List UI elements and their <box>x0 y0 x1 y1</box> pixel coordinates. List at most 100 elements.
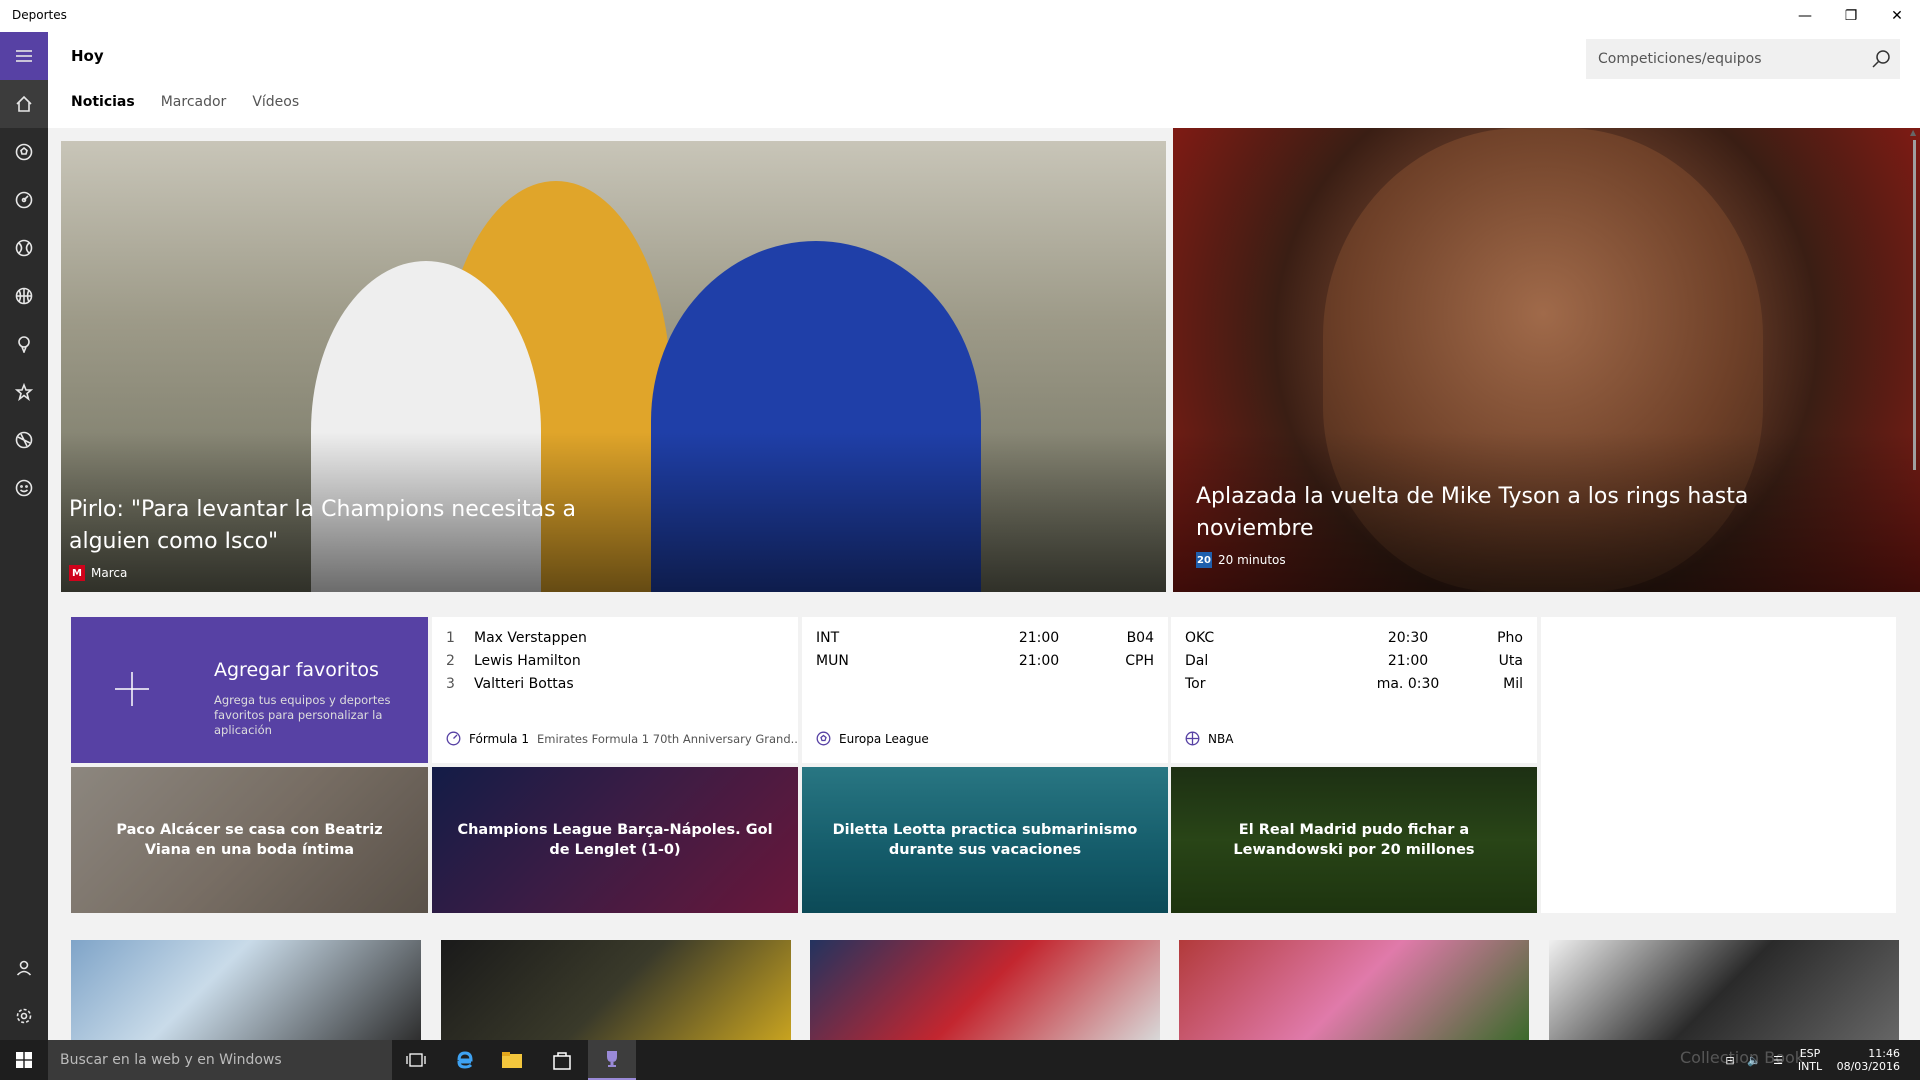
search-input[interactable] <box>1586 39 1856 79</box>
file-explorer-button[interactable] <box>488 1040 536 1080</box>
driver-name: Valtteri Bottas <box>474 676 574 692</box>
nav-favorites[interactable] <box>0 368 48 416</box>
add-favorites-subtitle: Agrega tus equipos y deportes favoritos … <box>214 693 391 737</box>
basketball-icon <box>1185 731 1200 746</box>
away-team: Uta <box>1498 653 1523 669</box>
marca-logo-icon: M <box>69 565 85 581</box>
maximize-button[interactable]: ❐ <box>1828 0 1874 32</box>
nba-tile[interactable]: OKC 20:30 Pho Dal 21:00 Uta Tor ma. 0:30… <box>1171 617 1537 763</box>
match-row: MUN 21:00 CPH <box>816 653 1154 676</box>
match-time: 21:00 <box>1018 630 1060 646</box>
position: 3 <box>446 676 455 692</box>
nav-f1[interactable] <box>0 176 48 224</box>
tab-noticias[interactable]: Noticias <box>71 94 135 110</box>
nav-soccer[interactable] <box>0 128 48 176</box>
language-code: ESP <box>1799 1047 1821 1060</box>
event-name: Emirates Formula 1 70th Anniversary Gran… <box>536 731 798 746</box>
notifications-icon[interactable]: ☰ <box>1766 1040 1790 1080</box>
news-tile-lewandowski[interactable]: El Real Madrid pudo fichar a Lewandowski… <box>1171 767 1537 913</box>
restore-icon: ❐ <box>1844 8 1858 24</box>
hero-source-name: Marca <box>91 566 128 580</box>
home-icon <box>16 95 32 112</box>
more-icon <box>15 479 33 497</box>
menu-icon <box>16 50 32 62</box>
article-thumbnail[interactable] <box>1179 940 1529 1040</box>
article-thumbnail[interactable] <box>71 940 421 1040</box>
folder-icon <box>502 1052 522 1068</box>
hero-source-name: 20 minutos <box>1218 553 1286 567</box>
europa-league-tile[interactable]: INT 21:00 B04 MUN 21:00 CPH Europa Leagu… <box>802 617 1168 763</box>
news-tile-barca[interactable]: Champions League Barça-Nápoles. Gol de L… <box>432 767 798 913</box>
match-time: 21:00 <box>1018 653 1060 669</box>
hero-title: Aplazada la vuelta de Mike Tyson a los r… <box>1196 484 1749 541</box>
trophy-icon <box>607 1051 617 1067</box>
settings-icon <box>16 1008 32 1024</box>
position: 2 <box>446 653 455 669</box>
scrollbar-thumb[interactable] <box>1913 140 1916 470</box>
title-bar: Deportes — ❐ ✕ <box>0 0 1920 32</box>
tab-videos[interactable]: Vídeos <box>252 94 299 110</box>
scroll-up-icon[interactable]: ▲ <box>1910 128 1916 137</box>
away-team: CPH <box>1125 653 1154 669</box>
nav-basketball[interactable] <box>0 272 48 320</box>
scrollbar[interactable]: ▲ <box>1908 128 1920 1040</box>
news-tile-alcacer[interactable]: Paco Alcácer se casa con Beatriz Viana e… <box>71 767 428 913</box>
result-row: 1 Max Verstappen <box>446 630 784 653</box>
language-indicator[interactable]: ESP INTL <box>1790 1047 1830 1073</box>
sports-app-button[interactable] <box>588 1040 636 1080</box>
volume-icon[interactable]: 🔈 <box>1742 1040 1766 1080</box>
close-button[interactable]: ✕ <box>1874 0 1920 32</box>
match-row: Dal 21:00 Uta <box>1185 653 1523 676</box>
minimize-button[interactable]: — <box>1782 0 1828 32</box>
menu-button[interactable] <box>0 32 48 80</box>
search-icon[interactable] <box>1870 48 1892 70</box>
taskbar-search[interactable] <box>48 1040 392 1080</box>
empty-tile <box>1541 617 1896 913</box>
hero-source: 20 20 minutos <box>1196 552 1286 568</box>
favorites-icon <box>15 383 33 401</box>
edge-button[interactable] <box>440 1040 488 1080</box>
home-team: MUN <box>816 653 849 669</box>
tab-marcador[interactable]: Marcador <box>161 94 227 110</box>
f1-results-tile[interactable]: 1 Max Verstappen 2 Lewis Hamilton 3 Valt… <box>432 617 798 763</box>
taskbar-search-input[interactable] <box>48 1040 392 1080</box>
baseball-icon <box>15 239 33 257</box>
article-thumbnail[interactable] <box>1549 940 1899 1040</box>
profile-icon <box>16 960 32 976</box>
start-button[interactable] <box>0 1040 48 1080</box>
store-button[interactable] <box>538 1040 586 1080</box>
home-team: Dal <box>1185 653 1209 669</box>
task-view-button[interactable] <box>392 1040 440 1080</box>
away-team: B04 <box>1126 630 1154 646</box>
nav-baseball[interactable] <box>0 224 48 272</box>
article-thumbnail[interactable] <box>441 940 791 1040</box>
news-tile-leotta[interactable]: Diletta Leotta practica submarinismo dur… <box>802 767 1168 913</box>
nav-golf[interactable] <box>0 320 48 368</box>
tile-footer: NBA <box>1185 731 1233 746</box>
clock[interactable]: 11:46 08/03/2016 <box>1830 1047 1920 1073</box>
hero-article-pirlo[interactable]: Pirlo: "Para levantar la Champions neces… <box>61 141 1166 592</box>
add-favorites-tile[interactable]: Agregar favoritos Agrega tus equipos y d… <box>71 617 428 763</box>
network-icon[interactable]: ⊟ <box>1718 1040 1742 1080</box>
article-thumbnail[interactable] <box>810 940 1160 1040</box>
nav-other-sports[interactable] <box>0 416 48 464</box>
page-title: Hoy <box>71 47 104 65</box>
hero-source: M Marca <box>69 565 127 581</box>
nav-more[interactable] <box>0 464 48 512</box>
hero-article-tyson[interactable]: Aplazada la vuelta de Mike Tyson a los r… <box>1173 128 1920 592</box>
f1-icon <box>15 191 33 209</box>
nav-settings[interactable] <box>0 992 48 1040</box>
taskbar: Collection Book ⊟ 🔈 ☰ ESP INTL 11:46 08/… <box>0 1040 1920 1080</box>
result-row: 2 Lewis Hamilton <box>446 653 784 676</box>
league-name: Fórmula 1 <box>469 731 529 746</box>
search-box[interactable] <box>1586 39 1900 79</box>
result-row: 3 Valtteri Bottas <box>446 676 784 699</box>
content-area: Pirlo: "Para levantar la Champions neces… <box>48 128 1920 1040</box>
close-icon: ✕ <box>1891 8 1903 24</box>
nav-home[interactable] <box>0 80 48 128</box>
league-name: Europa League <box>839 731 929 746</box>
nav-profile[interactable] <box>0 944 48 992</box>
nav-rail <box>0 32 48 1040</box>
match-row: OKC 20:30 Pho <box>1185 630 1523 653</box>
other-sports-icon <box>15 431 33 449</box>
